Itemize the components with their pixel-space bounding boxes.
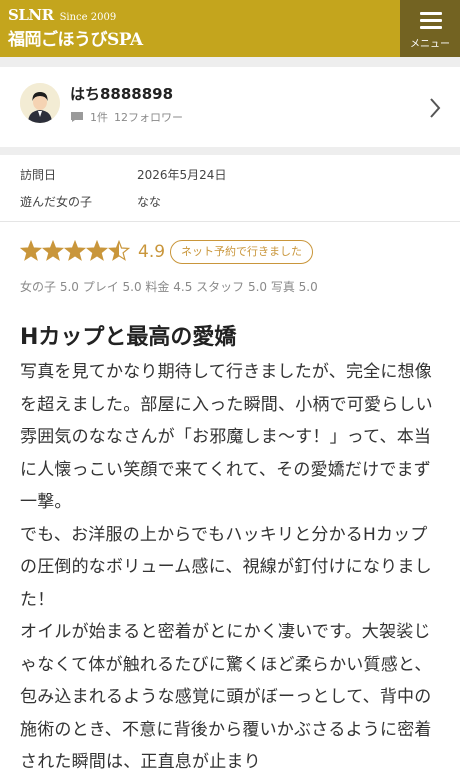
comment-icon: [71, 112, 83, 122]
star-icon: [41, 240, 65, 261]
visit-date-value: 2026年5月24日: [137, 168, 227, 182]
star-icon: [85, 240, 109, 261]
divider: [0, 221, 460, 222]
girl-row: 遊んだ女の子 なな: [20, 193, 161, 210]
review-paragraph: でも、お洋服の上からでもハッキリと分かるHカップの圧倒的なボリューム感に、視線が…: [20, 524, 432, 610]
visit-date-label: 訪問日: [20, 168, 57, 182]
avatar: [20, 83, 60, 123]
follower-count: 12フォロワー: [114, 111, 183, 124]
header-spacer: [0, 57, 460, 67]
girl-value[interactable]: なな: [137, 195, 161, 209]
review-count: 1件: [90, 111, 108, 124]
site-header: SLNR Since 2009 福岡ごほうびSPA メニュー: [0, 0, 460, 57]
review-paragraph: 写真を見てかなり期待して行きましたが、完全に想像を超えました。部屋に入った瞬間、…: [20, 362, 433, 512]
star-icon: [63, 240, 87, 261]
reviewer-profile-link[interactable]: はち8888898 1件 12フォロワー: [0, 67, 460, 147]
reviewer-name: はち8888898: [70, 85, 174, 103]
star-icon: [107, 240, 130, 261]
sub-scores: 女の子 5.0 プレイ 5.0 料金 4.5 スタッフ 5.0 写真 5.0: [20, 280, 318, 294]
site-logo[interactable]: SLNR Since 2009 福岡ごほうびSPA: [8, 6, 143, 50]
visit-date-row: 訪問日 2026年5月24日: [20, 166, 226, 183]
chevron-right-icon: [430, 98, 441, 118]
logo-since: Since 2009: [59, 12, 117, 23]
reviewer-meta: 1件 12フォロワー: [70, 109, 183, 125]
logo-name: 福岡ごほうびSPA: [8, 30, 143, 50]
review-paragraph: オイルが始まると密着がとにかく凄いです。大袈裟じゃなくて体が触れるたびに驚くほど…: [20, 622, 432, 772]
menu-button[interactable]: メニュー: [400, 0, 460, 57]
review-title: Hカップと最高の愛嬌: [20, 325, 237, 350]
net-reservation-badge: ネット予約で行きました: [170, 240, 313, 264]
logo-brand: SLNR: [8, 6, 54, 24]
girl-label: 遊んだ女の子: [20, 195, 93, 209]
review-body: 写真を見てかなり期待して行きましたが、完全に想像を超えました。部屋に入った瞬間、…: [20, 356, 440, 772]
hamburger-icon: [420, 12, 442, 30]
star-icon: [20, 240, 43, 261]
star-rating: [20, 240, 130, 261]
section-spacer: [0, 147, 460, 155]
menu-label: メニュー: [410, 39, 450, 50]
rating-score: 4.9: [138, 242, 166, 262]
